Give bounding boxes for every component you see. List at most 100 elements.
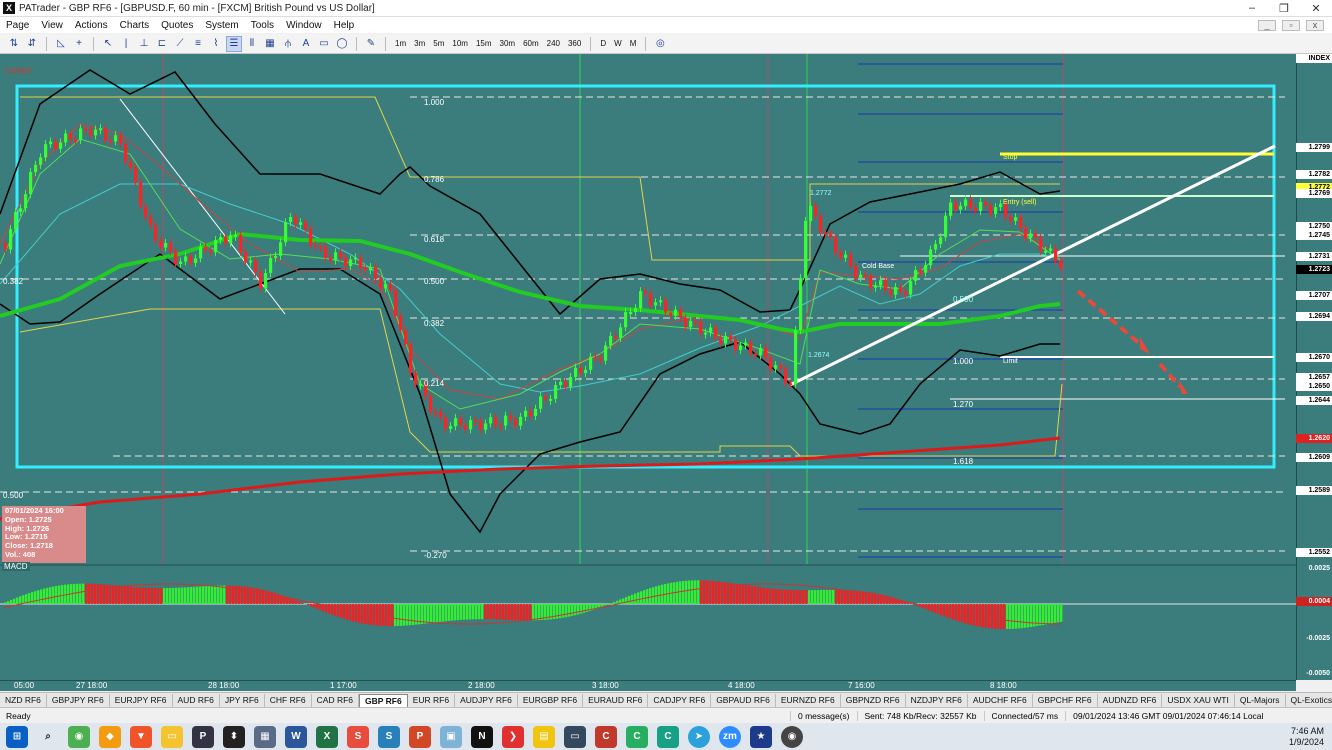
excel-icon[interactable]: X [316,725,338,748]
search-icon[interactable]: ⌕ [37,726,59,748]
timeframe-10m[interactable]: 10m [449,39,471,48]
cross-arrows-2-icon[interactable]: ⇵ [24,36,40,52]
app-c2-icon[interactable]: C [657,725,679,748]
close-button[interactable]: ✕ [1300,2,1332,15]
menu-help[interactable]: Help [328,20,361,31]
target-icon[interactable]: ◎ [652,36,668,52]
sticky-notes-icon[interactable]: ▤ [533,725,555,748]
horizontal-line-icon[interactable]: ⊥ [136,36,152,52]
tab-gbpchf-rf6[interactable]: GBPCHF RF6 [1033,693,1098,707]
brave-icon[interactable]: ▼ [130,725,152,748]
fib-extension-icon[interactable]: ☰ [226,35,242,52]
tab-eurnzd-rf6[interactable]: EURNZD RF6 [776,693,841,707]
gann-icon[interactable]: ▦ [262,36,278,52]
menu-system[interactable]: System [199,20,244,31]
timeframe-3m[interactable]: 3m [411,39,428,48]
app-s-icon[interactable]: S [347,725,369,748]
tab-gbp-rf6[interactable]: GBP RF6 [359,693,408,707]
period-daily[interactable]: D [597,39,609,48]
menu-window[interactable]: Window [280,20,328,31]
file-explorer-icon[interactable]: ▭ [161,725,183,748]
tab-eur-rf6[interactable]: EUR RF6 [408,693,456,707]
fib-fan-icon[interactable]: ⌇ [208,36,224,52]
menu-page[interactable]: Page [0,20,35,31]
pointer-icon[interactable]: ↖ [100,36,116,52]
tab-audchf-rf6[interactable]: AUDCHF RF6 [968,693,1033,707]
mdi-restore-button[interactable]: ▫ [1282,19,1300,31]
telegram-icon[interactable]: ➤ [688,725,710,748]
tab-eurjpy-rf6[interactable]: EURJPY RF6 [110,693,173,707]
app-red-icon[interactable]: ❯ [502,725,524,748]
tab-euraud-rf6[interactable]: EURAUD RF6 [583,693,649,707]
status-messages[interactable]: 0 message(s) [790,710,857,721]
cross-arrows-icon[interactable]: ⇅ [6,36,22,52]
menu-actions[interactable]: Actions [69,20,114,31]
period-weekly[interactable]: W [611,39,625,48]
vertical-line-icon[interactable]: | [118,36,134,52]
app-s2-icon[interactable]: S [378,725,400,748]
zoom-icon[interactable]: zm [719,725,741,748]
period-monthly[interactable]: M [627,39,640,48]
taskbar-clock[interactable]: 7:46 AM 1/9/2024 [1289,726,1332,748]
pen-icon[interactable]: ✎ [363,36,379,52]
calculator-icon[interactable]: ▦ [254,725,276,748]
tab-chf-rf6[interactable]: CHF RF6 [265,693,312,707]
app-c-icon[interactable]: C [626,725,648,748]
app-circle-icon[interactable]: ◉ [781,725,803,748]
tab-ql-majors[interactable]: QL-Majors [1235,693,1286,707]
restore-button[interactable]: ❐ [1268,2,1300,15]
timeframe-5m[interactable]: 5m [430,39,447,48]
app-n-icon[interactable]: N [471,725,493,748]
app-star-icon[interactable]: ★ [750,725,772,748]
tab-nzd-rf6[interactable]: NZD RF6 [0,693,47,707]
tab-aud-rf6[interactable]: AUD RF6 [173,693,220,707]
app-orange-icon[interactable]: ◆ [99,725,121,748]
rectangle-tool-icon[interactable]: ▭ [316,36,332,52]
price-chart[interactable]: INDEX 1.2799 1.2782 1.2772 1.2769 1.2750 1.27… [0,54,1332,680]
timeframe-15m[interactable]: 15m [473,39,495,48]
tab-cad-rf6[interactable]: CAD RF6 [312,693,360,707]
mdi-close-button[interactable]: x [1306,19,1324,31]
channel-icon[interactable]: ⊏ [154,36,170,52]
mdi-minimize-button[interactable]: _ [1258,19,1276,31]
tab-gbpaud-rf6[interactable]: GBPAUD RF6 [711,693,776,707]
timeframe-360[interactable]: 360 [565,39,584,48]
timeframe-240[interactable]: 240 [544,39,563,48]
tab-usdx-xau-wti[interactable]: USDX XAU WTI [1162,693,1235,707]
photos-icon[interactable]: ▣ [440,725,462,748]
crosshair-icon[interactable]: + [71,36,87,52]
tab-eurgbp-rf6[interactable]: EURGBP RF6 [518,693,584,707]
timeframe-60m[interactable]: 60m [520,39,542,48]
powerpoint-icon[interactable]: P [409,725,431,748]
ellipse-tool-icon[interactable]: ◯ [334,36,350,52]
windows-start-icon[interactable]: ⊞ [6,725,28,748]
timeframe-30m[interactable]: 30m [497,39,519,48]
fib-time-icon[interactable]: ⦀ [244,36,260,52]
fib-retrace-icon[interactable]: ≡ [190,36,206,52]
tradingview-icon[interactable]: ⬍ [223,725,245,748]
tab-gbpjpy-rf6[interactable]: GBPJPY RF6 [47,693,110,707]
tab-nzdjpy-rf6[interactable]: NZDJPY RF6 [906,693,968,707]
text-tool-icon[interactable]: A [298,36,314,52]
menu-charts[interactable]: Charts [114,20,155,31]
patrader-icon[interactable]: P [192,725,214,748]
vm-icon[interactable]: ▭ [564,725,586,748]
tab-cadjpy-rf6[interactable]: CADJPY RF6 [648,693,712,707]
tab-audjpy-rf6[interactable]: AUDJPY RF6 [455,693,518,707]
tab-ql-exotics[interactable]: QL-Exotics [1286,694,1332,707]
minimize-button[interactable]: – [1236,2,1268,14]
chrome-icon[interactable]: ◉ [68,725,90,748]
trendline-icon[interactable]: ⟋ [172,36,188,52]
menu-view[interactable]: View [35,20,69,31]
tab-audnzd-rf6[interactable]: AUDNZD RF6 [1098,693,1163,707]
app-red2-icon[interactable]: C [595,725,617,748]
timeframe-1m[interactable]: 1m [392,39,409,48]
menu-tools[interactable]: Tools [245,20,280,31]
tab-gbpnzd-rf6[interactable]: GBPNZD RF6 [841,693,906,707]
word-icon[interactable]: W [285,725,307,748]
chart-type-icon[interactable]: ◺ [53,36,69,52]
tab-jpy-rf6[interactable]: JPY RF6 [220,693,265,707]
menu-quotes[interactable]: Quotes [155,20,199,31]
pitchfork-icon[interactable]: ⫛ [280,36,296,52]
chart-canvas[interactable] [0,54,1332,680]
